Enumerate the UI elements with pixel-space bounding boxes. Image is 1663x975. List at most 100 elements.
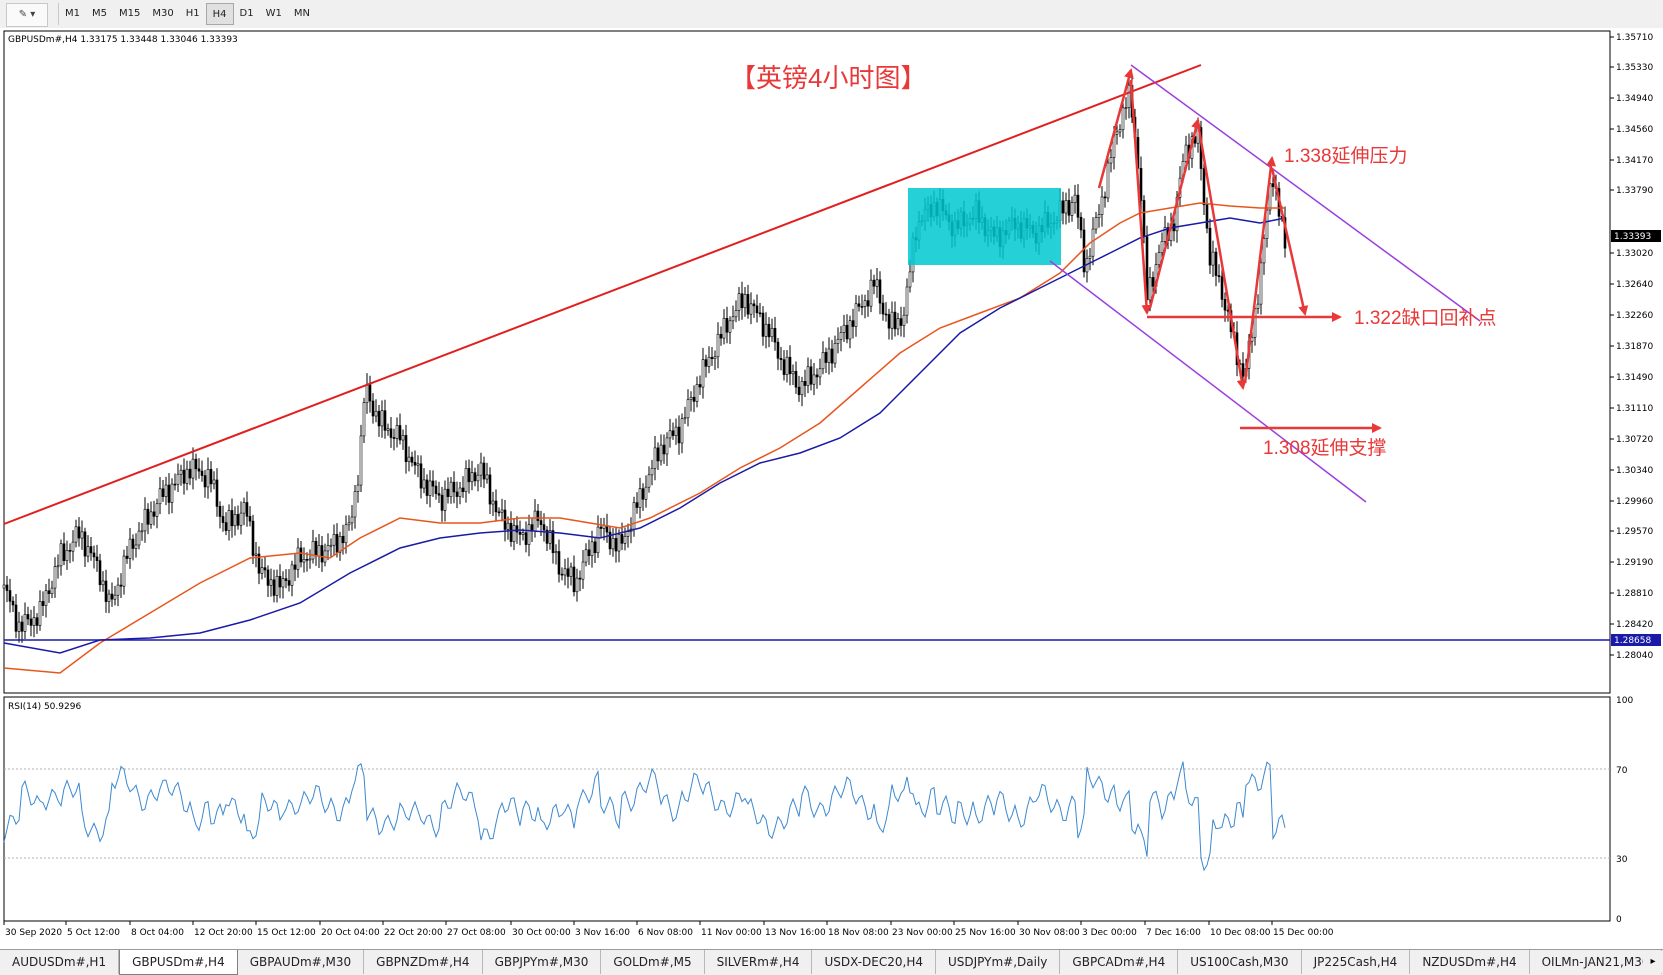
time-tick-label: 12 Oct 20:00: [194, 928, 253, 938]
timeframe-button[interactable]: M30: [146, 3, 179, 25]
time-tick-label: 3 Dec 00:00: [1082, 928, 1137, 938]
price-tick-label: 1.30340: [1616, 466, 1653, 476]
price-chart-window[interactable]: 【英镑4小时图】 1.338延伸压力 1.322缺口回补点 1.308延伸支撑 …: [0, 28, 1663, 949]
timeframe-button[interactable]: M5: [86, 3, 113, 25]
candle-bull: [1148, 277, 1152, 301]
candle-bear: [410, 456, 414, 463]
candle-bull: [722, 318, 726, 339]
candle-bear: [524, 532, 528, 545]
candle-bear: [26, 614, 30, 620]
candle-bear: [755, 305, 759, 314]
candle-bear: [5, 584, 9, 591]
candle-bear: [746, 294, 750, 315]
candle-bull: [791, 371, 795, 375]
gap-fill-annotation: 1.322缺口回补点: [1354, 307, 1497, 329]
candle-bull: [386, 428, 390, 431]
time-tick-label: 27 Oct 08:00: [447, 928, 506, 938]
candle-bull: [269, 579, 273, 586]
candle-bear: [578, 577, 582, 580]
chart-tab[interactable]: USDJPYm#,Daily: [936, 950, 1061, 974]
candle-bear: [599, 526, 603, 529]
timeframe-button[interactable]: M15: [113, 3, 146, 25]
candle-bull: [764, 323, 768, 337]
candle-bear: [389, 428, 393, 438]
candle-bear: [335, 534, 339, 553]
candle-bull: [116, 584, 120, 596]
candle-bull: [647, 474, 651, 488]
candle-bear: [551, 530, 555, 554]
candle-bear: [440, 494, 444, 511]
candle-bull: [686, 399, 690, 419]
timeframe-button[interactable]: D1: [234, 3, 260, 25]
candle-bull: [380, 410, 384, 427]
chart-tab[interactable]: GBPJPYm#,M30: [483, 950, 602, 974]
candle-bull: [359, 435, 363, 486]
candle-bull: [422, 479, 426, 489]
candle-bull: [848, 320, 852, 340]
candle-bull: [575, 577, 579, 593]
chart-tab-active[interactable]: GBPUSDm#,H4: [119, 950, 238, 975]
chart-tab[interactable]: GOLDm#,M5: [601, 950, 705, 974]
timeframe-selector: M1 M5 M15 M30 H1 H4 D1 W1 MN: [58, 3, 316, 25]
candle-bull: [74, 526, 78, 543]
candle-bull: [101, 580, 105, 586]
time-tick-label: 20 Oct 04:00: [321, 928, 380, 938]
candle-bull: [1262, 238, 1266, 264]
candle-bear: [794, 371, 798, 388]
timeframe-button[interactable]: MN: [288, 3, 316, 25]
candle-bull: [533, 510, 537, 532]
chart-tab[interactable]: GBPAUDm#,M30: [238, 950, 365, 974]
timeframe-button[interactable]: M1: [59, 3, 86, 25]
chart-tools-dropdown[interactable]: ✎ ▾: [6, 3, 48, 27]
chart-tab[interactable]: SILVERm#,H4: [705, 950, 813, 974]
rsi-level-label: 100: [1616, 696, 1633, 706]
candle-bull: [32, 617, 36, 626]
candle-bear: [830, 348, 834, 364]
chart-tab[interactable]: AUDUSDm#,H1: [0, 950, 120, 974]
candle-bull: [107, 593, 111, 602]
timeframe-button[interactable]: W1: [260, 3, 288, 25]
candle-bull: [281, 578, 285, 588]
candle-bear: [809, 366, 813, 385]
chart-symbol-header: GBPUSDm#,H4 1.33175 1.33448 1.33046 1.33…: [8, 35, 238, 45]
chart-toolbar: ✎ ▾ M1 M5 M15 M30 H1 H4 D1 W1 MN: [0, 0, 1663, 29]
candle-bear: [377, 410, 381, 427]
candle-bull: [50, 587, 54, 595]
time-tick-label: 25 Nov 16:00: [955, 928, 1016, 938]
chart-tab[interactable]: USDX-DEC20,H4: [812, 950, 936, 974]
candle-bull: [140, 530, 144, 533]
candle-bull: [569, 566, 573, 577]
candle-bull: [749, 303, 753, 315]
candle-bear: [110, 593, 114, 600]
candle-bull: [212, 479, 216, 485]
candle-bear: [740, 293, 744, 309]
tab-scroll-right-button[interactable]: ▸: [1643, 951, 1663, 973]
candle-bull: [728, 320, 732, 333]
candle-bull: [626, 531, 630, 537]
candle-bull: [653, 447, 657, 469]
chart-tab[interactable]: NZDUSDm#,H4: [1410, 950, 1530, 974]
candle-bear: [884, 313, 888, 316]
candle-bull: [185, 468, 189, 484]
candle-bull: [113, 594, 117, 600]
candle-bear: [287, 580, 291, 586]
candle-bull: [365, 384, 369, 403]
candle-bear: [437, 493, 441, 496]
candle-bull: [581, 561, 585, 580]
chart-tab[interactable]: US100Cash,M30: [1178, 950, 1302, 974]
candle-bear: [1076, 194, 1080, 218]
candle-bear: [293, 564, 297, 570]
chart-tab[interactable]: GBPCADm#,H4: [1060, 950, 1179, 974]
timeframe-button-active[interactable]: H4: [205, 3, 234, 25]
chart-tab[interactable]: JP225Cash,H4: [1302, 950, 1411, 974]
candle-bull: [695, 384, 699, 402]
candle-bull: [1211, 251, 1215, 266]
candle-bull: [275, 575, 279, 596]
chart-tab[interactable]: GBPNZDm#,H4: [364, 950, 483, 974]
candle-bull: [1094, 217, 1098, 230]
timeframe-button[interactable]: H1: [180, 3, 206, 25]
candle-bull: [362, 402, 366, 437]
candle-bull: [464, 468, 468, 492]
candle-bear: [455, 491, 459, 497]
candle-bull: [800, 380, 804, 396]
